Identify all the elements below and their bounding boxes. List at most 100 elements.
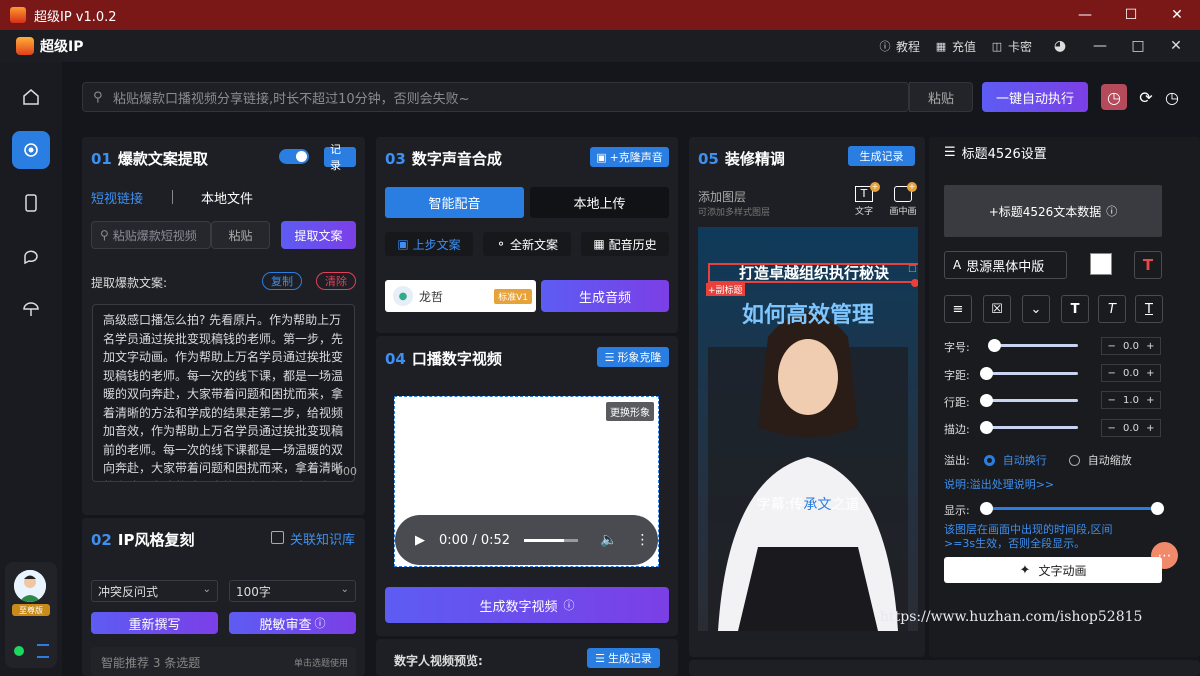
- minimize-button[interactable]: —: [1062, 0, 1108, 30]
- voice-selector[interactable]: ● 龙哲 标准V1: [385, 280, 536, 312]
- record-button[interactable]: 记录: [324, 143, 356, 172]
- tutorial-button[interactable]: ⓘ 教程: [878, 38, 920, 55]
- clone-voice-button[interactable]: ▣ +克隆声音: [590, 147, 669, 167]
- paste-button[interactable]: 粘贴: [909, 82, 973, 112]
- share-link-input[interactable]: ⚲ 粘贴爆款口播视频分享链接,时长不超过10分钟，否则会失败~: [82, 82, 909, 112]
- app-minimize-button[interactable]: —: [1086, 38, 1114, 54]
- shrink-radio[interactable]: [1068, 454, 1080, 466]
- play-icon[interactable]: ▶: [415, 533, 425, 548]
- umbrella-icon[interactable]: [12, 290, 50, 328]
- video-link-input[interactable]: ⚲ 粘贴爆款短视频: [91, 221, 211, 249]
- style-select[interactable]: 冲突反问式 ⌄: [91, 580, 218, 602]
- history-icon[interactable]: ◷: [1159, 84, 1185, 110]
- tab-smart-dubbing[interactable]: 智能配音: [385, 187, 524, 218]
- align-icon[interactable]: ≡: [944, 295, 972, 323]
- wrap-radio[interactable]: [983, 454, 995, 466]
- tab-video-link[interactable]: 短视链接: [91, 188, 143, 207]
- dropdown-style-icon[interactable]: ⌄: [1022, 295, 1050, 323]
- tab-local-file[interactable]: 本地文件: [201, 188, 253, 207]
- overlay-title-layer[interactable]: 打造卓越组织执行秘诀: [708, 263, 918, 283]
- more-options-icon[interactable]: ⋮: [635, 532, 649, 548]
- ip-module-icon[interactable]: [12, 131, 50, 169]
- previous-copy-button[interactable]: ▣ 上步文案: [385, 232, 473, 256]
- display-range-slider[interactable]: [980, 502, 1164, 515]
- text-animation-button[interactable]: ✦ 文字动画: [944, 557, 1162, 583]
- underline-icon[interactable]: T: [1135, 295, 1163, 323]
- app-maximize-button[interactable]: □: [1124, 38, 1152, 54]
- text-data-button[interactable]: +标题4526文本数据 ⓘ: [944, 185, 1162, 237]
- decorate-gen-record-button[interactable]: 生成记录: [848, 146, 915, 166]
- line-height-stepper[interactable]: −1.0 +: [1101, 391, 1161, 409]
- video-canvas-preview[interactable]: 打造卓越组织执行秘诀 □ +副标题 如何高效管理 字幕:传承文之道: [698, 227, 918, 631]
- extracted-copy-textarea[interactable]: 高级感口播怎么拍? 先看原片。作为帮助上万名学员通过挨批变现稿钱的老师。第一步，…: [92, 304, 355, 482]
- stroke-stepper[interactable]: −0.0 +: [1101, 419, 1161, 437]
- home-icon[interactable]: [12, 78, 50, 116]
- decrease-icon[interactable]: −: [1102, 368, 1121, 379]
- card-key-button[interactable]: ◫ 卡密: [990, 38, 1032, 55]
- alarm-clock-icon[interactable]: ◷: [1101, 84, 1127, 110]
- dubbing-history-button[interactable]: ▦ 配音历史: [581, 232, 669, 256]
- font-size-slider[interactable]: [988, 339, 1078, 352]
- recharge-button[interactable]: ▦ 充值: [934, 38, 976, 55]
- bold-icon[interactable]: T: [1061, 295, 1089, 323]
- clone-voice-label: +克隆声音: [609, 151, 663, 164]
- shrink-label[interactable]: 自动缩放: [1088, 452, 1132, 468]
- avatar[interactable]: [14, 570, 46, 602]
- subtitle-layer[interactable]: 字幕:传承文之道: [698, 494, 918, 514]
- clone-image-button[interactable]: ☰ 形象克隆: [597, 347, 669, 367]
- letter-spacing-stepper[interactable]: −0.0 +: [1101, 364, 1161, 382]
- no-background-icon[interactable]: ☒: [983, 295, 1011, 323]
- phone-icon[interactable]: [12, 184, 50, 222]
- extract-copy-button[interactable]: 提取文案: [281, 221, 356, 249]
- menu-icon[interactable]: [37, 644, 49, 658]
- resize-handle-icon[interactable]: [911, 279, 918, 287]
- close-button[interactable]: ✕: [1154, 0, 1200, 30]
- italic-icon[interactable]: T: [1098, 295, 1126, 323]
- sensitivity-review-button[interactable]: 脱敏审查 ⓘ: [229, 612, 356, 634]
- stroke-slider[interactable]: [980, 421, 1078, 434]
- knowledge-base-checkbox[interactable]: [271, 531, 284, 544]
- audio-player[interactable]: ▶ 0:00 / 0:52 🔈 ⋮: [395, 515, 658, 565]
- video-gen-record-button[interactable]: ☰ 生成记录: [587, 648, 660, 668]
- video-paste-button[interactable]: 粘贴: [211, 221, 270, 249]
- section-01-toggle[interactable]: [279, 149, 309, 164]
- text-style-red-icon[interactable]: T: [1134, 251, 1162, 279]
- chat-bubble-icon[interactable]: [12, 237, 50, 275]
- decrease-icon[interactable]: −: [1102, 341, 1121, 352]
- sub-title-tag[interactable]: +副标题: [706, 283, 745, 296]
- knowledge-base-label[interactable]: 关联知识库: [290, 529, 355, 548]
- letter-spacing-slider[interactable]: [980, 367, 1078, 380]
- delete-layer-icon[interactable]: □: [908, 264, 917, 274]
- increase-icon[interactable]: +: [1141, 341, 1160, 352]
- font-size-stepper[interactable]: −0.0 +: [1101, 337, 1161, 355]
- clear-button[interactable]: 清除: [316, 272, 356, 290]
- text-layer-tool[interactable]: T 文字 +: [851, 182, 880, 217]
- text-color-swatch[interactable]: [1090, 253, 1112, 275]
- generate-audio-button[interactable]: 生成音频: [541, 280, 669, 312]
- new-copy-button[interactable]: ⚬ 全新文案: [483, 232, 571, 256]
- wrap-label[interactable]: 自动换行: [1003, 452, 1047, 468]
- increase-icon[interactable]: +: [1141, 423, 1160, 434]
- generate-video-button[interactable]: 生成数字视频 ⓘ: [385, 587, 669, 623]
- length-select[interactable]: 100字 ⌄: [229, 580, 356, 602]
- increase-icon[interactable]: +: [1141, 368, 1160, 379]
- headset-icon[interactable]: ◕: [1046, 38, 1074, 54]
- font-select[interactable]: A 思源黑体中版: [944, 251, 1067, 279]
- overflow-explain-link[interactable]: 说明:溢出处理说明>>: [944, 476, 1054, 492]
- volume-icon[interactable]: 🔈: [600, 532, 617, 548]
- increase-icon[interactable]: +: [1141, 395, 1160, 406]
- auto-execute-button[interactable]: 一键自动执行: [982, 82, 1088, 112]
- maximize-button[interactable]: ☐: [1108, 0, 1154, 30]
- decrease-icon[interactable]: −: [1102, 423, 1121, 434]
- line-height-slider[interactable]: [980, 394, 1078, 407]
- copy-button[interactable]: 复制: [262, 272, 302, 290]
- tab-local-upload[interactable]: 本地上传: [530, 187, 669, 218]
- decrease-icon[interactable]: −: [1102, 395, 1121, 406]
- change-image-button[interactable]: 更换形象: [606, 402, 654, 421]
- player-progress[interactable]: [524, 538, 579, 542]
- app-close-button[interactable]: ✕: [1162, 38, 1190, 54]
- rewrite-button[interactable]: 重新撰写: [91, 612, 218, 634]
- pip-layer-tool[interactable]: 画中画 +: [888, 182, 918, 217]
- refresh-icon[interactable]: ⟳: [1133, 84, 1159, 110]
- main-title-layer[interactable]: 如何高效管理: [698, 297, 918, 329]
